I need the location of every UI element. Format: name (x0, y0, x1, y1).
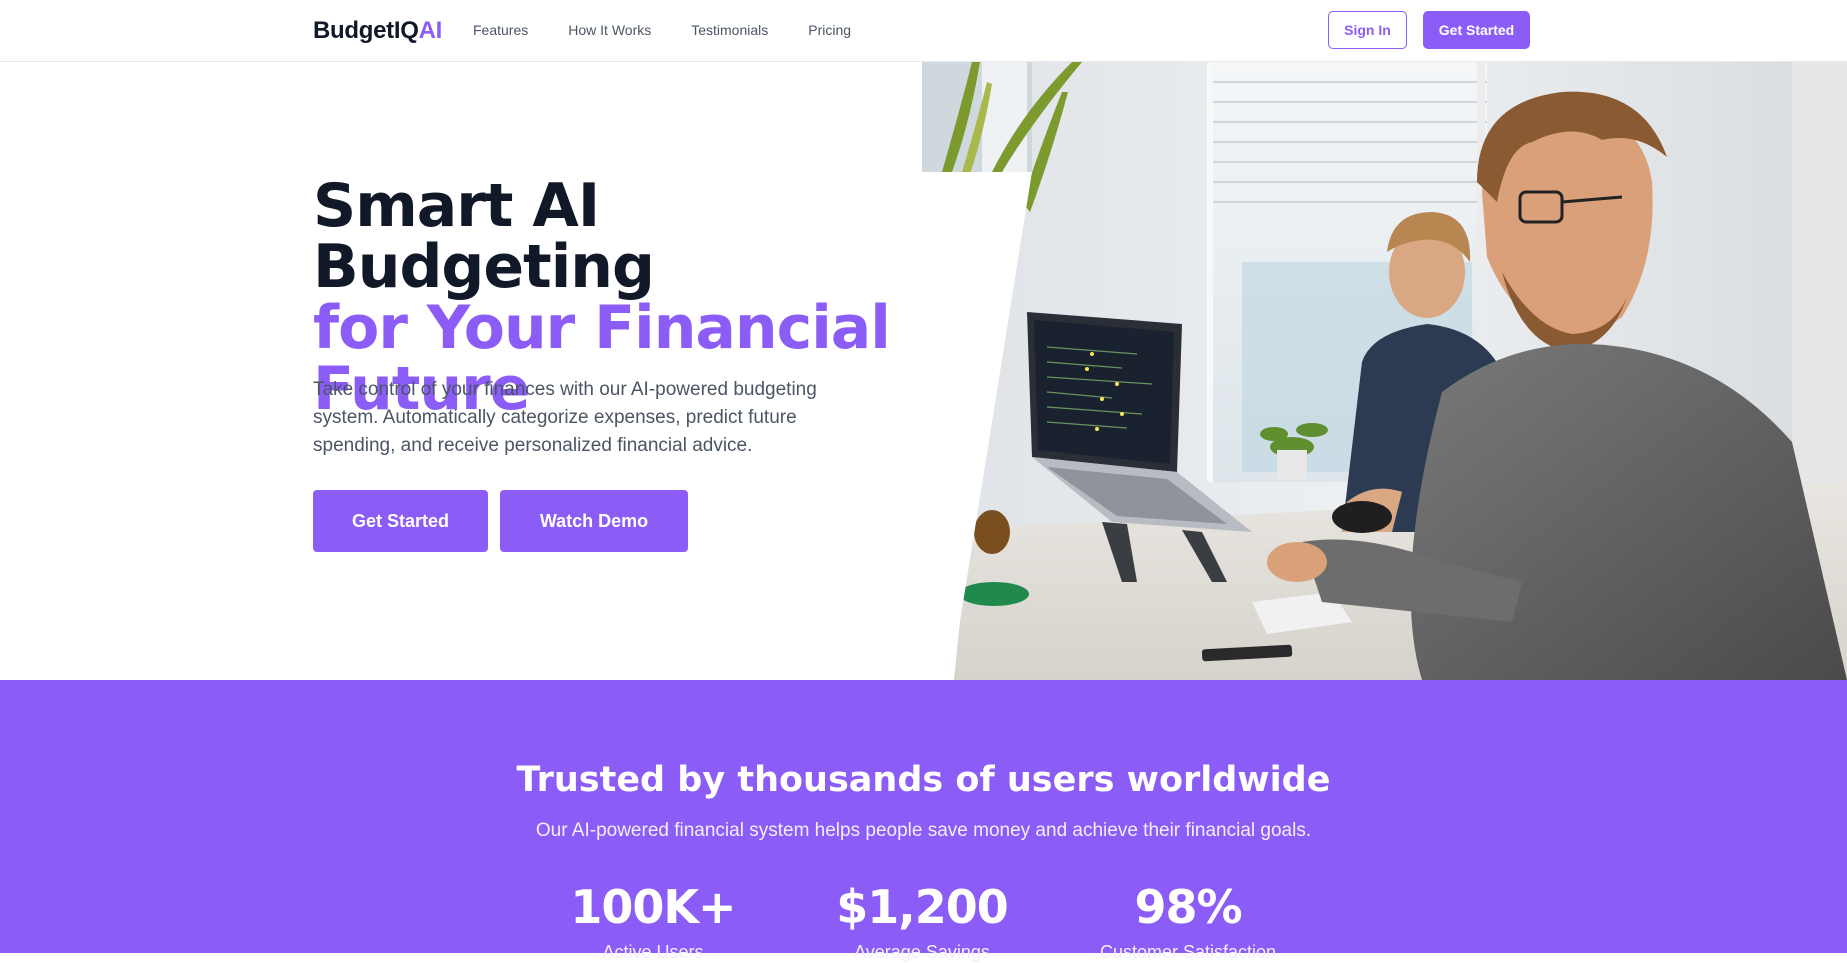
stat-customer-satisfaction: 98% Customer Satisfaction (1078, 880, 1298, 963)
logo[interactable]: BudgetIQAI (313, 17, 442, 45)
hero-buttons: Get Started Watch Demo (313, 490, 688, 552)
hero-title-line-2: for Your Financial (313, 293, 891, 363)
hero-description: Take control of your finances with our A… (313, 379, 817, 456)
stat-value: $1,200 (836, 880, 1009, 934)
sign-in-button[interactable]: Sign In (1328, 11, 1407, 49)
logo-accent-text: AI (418, 17, 443, 44)
top-navbar: BudgetIQAI Features How It Works Testimo… (0, 0, 1847, 62)
nav-get-started-button[interactable]: Get Started (1423, 11, 1530, 49)
nav-link-testimonials[interactable]: Testimonials (691, 22, 768, 38)
stat-average-savings: $1,200 Average Savings (812, 880, 1032, 963)
stat-active-users: 100K+ Active Users (543, 880, 763, 963)
stat-value: 100K+ (570, 880, 736, 934)
stat-value: 98% (1134, 880, 1242, 934)
hero-section: Smart AI Budgeting for Your Financial Fu… (0, 62, 1847, 680)
nav-link-pricing[interactable]: Pricing (808, 22, 851, 38)
nav-links: Features How It Works Testimonials Prici… (473, 22, 851, 38)
stats-subtitle: Our AI-powered financial system helps pe… (535, 820, 1312, 841)
logo-main-text: BudgetIQ (313, 17, 419, 44)
nav-link-features[interactable]: Features (473, 22, 528, 38)
stats-title: Trusted by thousands of users worldwide (516, 760, 1331, 800)
hero-office-photo (922, 62, 1847, 680)
stats-section: Trusted by thousands of users worldwide … (0, 680, 1847, 962)
nav-link-how-it-works[interactable]: How It Works (568, 22, 651, 38)
hero-title-line-1: Smart AI Budgeting (313, 171, 655, 302)
watch-demo-button[interactable]: Watch Demo (500, 490, 688, 552)
hero-get-started-button[interactable]: Get Started (313, 490, 488, 552)
